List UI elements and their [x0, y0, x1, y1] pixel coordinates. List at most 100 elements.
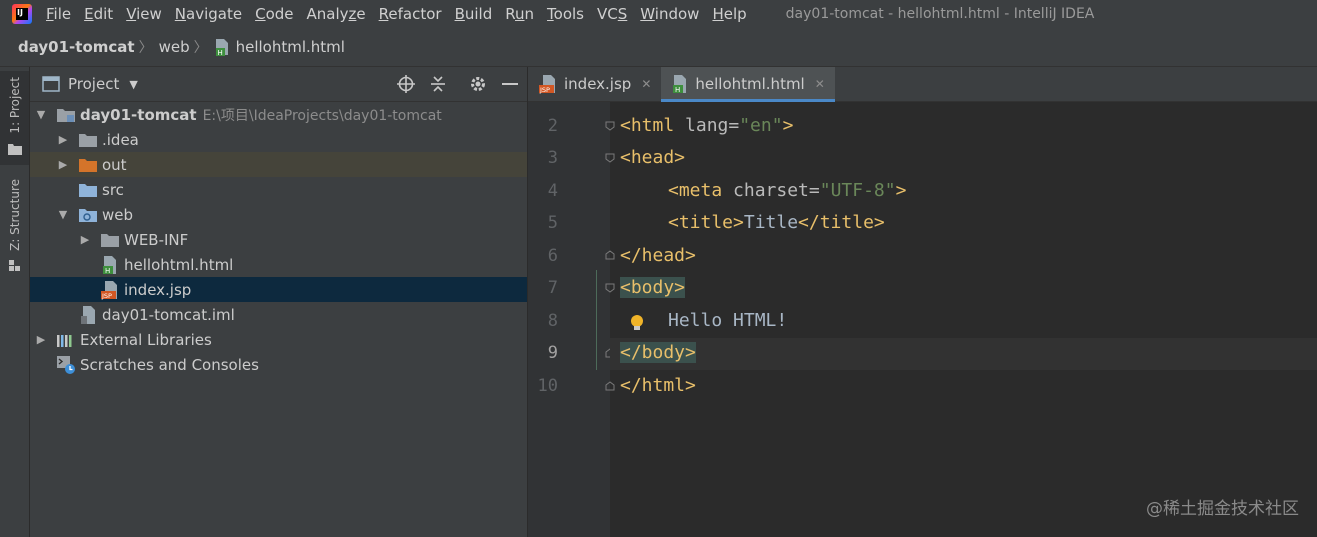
tab-hellohtml[interactable]: H hellohtml.html ✕ [661, 67, 836, 102]
menu-build[interactable]: Build [455, 5, 493, 23]
menu-help[interactable]: Help [712, 5, 746, 23]
line-number: 7 [547, 278, 558, 298]
tree-item-web[interactable]: ▼ web [30, 202, 527, 227]
structure-icon [8, 257, 21, 276]
line-number: 10 [537, 376, 558, 396]
tree-item-index-jsp[interactable]: JSP index.jsp [30, 277, 527, 302]
menu-bar: IJ File Edit View Navigate Code Analyze … [0, 0, 1317, 28]
line-number: 4 [547, 181, 558, 201]
tree-item-web-inf[interactable]: ▶ WEB-INF [30, 227, 527, 252]
scope-line [596, 270, 597, 370]
code-line: <meta charset="UTF-8"> [668, 180, 907, 201]
collapsed-arrow-icon[interactable]: ▶ [34, 333, 48, 346]
folder-icon [7, 140, 22, 159]
tree-label: web [102, 205, 134, 224]
breadcrumb-project[interactable]: day01-tomcat [18, 38, 135, 56]
tab-index-jsp[interactable]: JSP index.jsp ✕ [528, 67, 661, 101]
menu-refactor[interactable]: Refactor [379, 5, 442, 23]
hide-panel-icon[interactable] [501, 75, 519, 93]
breadcrumb: day01-tomcat 〉 web 〉 H hellohtml.html [0, 28, 1317, 67]
scratches-icon [56, 355, 76, 374]
tree-item-scratches[interactable]: Scratches and Consoles [30, 352, 527, 377]
svg-text:H: H [217, 49, 222, 56]
intellij-logo-icon: IJ [12, 4, 32, 24]
project-panel: Project ▼ ▼ day01-tomcat E:\项目\IdeaProje… [30, 67, 527, 537]
caret-row-highlight [610, 338, 1317, 370]
tree-label: Scratches and Consoles [80, 355, 259, 374]
editor-gutter[interactable]: 2 3 4 5 6 7 8 9 10 [528, 102, 615, 537]
project-path: E:\项目\IdeaProjects\day01-tomcat [202, 107, 442, 124]
breadcrumb-file[interactable]: hellohtml.html [236, 38, 345, 56]
menu-window[interactable]: Window [640, 5, 699, 23]
menu-view[interactable]: View [126, 5, 162, 23]
expanded-arrow-icon[interactable]: ▼ [34, 108, 48, 121]
watermark: @稀土掘金技术社区 [1146, 499, 1299, 519]
menu-code[interactable]: Code [255, 5, 293, 23]
line-number: 5 [547, 213, 558, 233]
chevron-down-icon[interactable]: ▼ [129, 78, 137, 91]
jsp-file-icon: JSP [100, 280, 120, 300]
tree-item-out[interactable]: ▶ out [30, 152, 527, 177]
menu-run[interactable]: Run [505, 5, 534, 23]
code-line: <html lang="en"> [620, 115, 794, 136]
tree-item-idea[interactable]: ▶ .idea [30, 127, 527, 152]
structure-tool-label: Z: Structure [7, 179, 22, 251]
libraries-icon [56, 331, 76, 349]
code-line: Hello HTML! [668, 310, 788, 331]
folder-icon [78, 131, 98, 149]
breadcrumb-chevron-icon: 〉 [138, 40, 153, 56]
project-tool-button[interactable]: 1: Project [0, 71, 29, 165]
collapsed-arrow-icon[interactable]: ▶ [78, 233, 92, 246]
tree-item-src[interactable]: src [30, 177, 527, 202]
menu-navigate[interactable]: Navigate [175, 5, 242, 23]
iml-file-icon [78, 305, 98, 324]
svg-text:H: H [105, 267, 110, 275]
collapsed-arrow-icon[interactable]: ▶ [56, 133, 70, 146]
tree-label: out [102, 155, 127, 174]
html-file-icon: H [671, 74, 689, 94]
excluded-folder-icon [78, 156, 98, 174]
html-file-icon: H [100, 255, 120, 275]
project-view-icon [42, 76, 60, 92]
jsp-file-icon: JSP [538, 74, 558, 94]
code-line: <body> [620, 277, 686, 298]
close-icon[interactable]: ✕ [815, 77, 825, 91]
tool-window-stripe: 1: Project Z: Structure [0, 67, 30, 537]
code-line: <head> [620, 147, 686, 168]
line-number: 8 [547, 311, 558, 331]
breadcrumb-folder[interactable]: web [159, 38, 190, 56]
tree-label: day01-tomcat.iml [102, 305, 235, 324]
code-line: </body> [620, 342, 696, 363]
menu-analyze[interactable]: Analyze [307, 5, 366, 23]
tree-item-hellohtml[interactable]: H hellohtml.html [30, 252, 527, 277]
gear-icon[interactable] [469, 75, 487, 93]
tree-item-iml[interactable]: day01-tomcat.iml [30, 302, 527, 327]
collapse-all-icon[interactable] [429, 75, 447, 93]
structure-tool-button[interactable]: Z: Structure [0, 179, 29, 279]
project-panel-title[interactable]: Project [68, 75, 119, 93]
menu-edit[interactable]: Edit [84, 5, 113, 23]
tree-label: WEB-INF [124, 230, 189, 249]
code-line: </html> [620, 375, 696, 396]
svg-text:JSP: JSP [539, 86, 550, 94]
menu-file[interactable]: File [46, 5, 71, 23]
expanded-arrow-icon[interactable]: ▼ [56, 208, 70, 221]
code-line: </head> [620, 245, 696, 266]
collapsed-arrow-icon[interactable]: ▶ [56, 158, 70, 171]
tree-label: day01-tomcat [80, 105, 197, 124]
tab-label: hellohtml.html [695, 75, 805, 93]
editor-tabs: JSP index.jsp ✕ H hellohtml.html ✕ [528, 67, 1317, 102]
project-tool-label: 1: Project [7, 77, 22, 134]
tree-label: hellohtml.html [124, 255, 234, 274]
menu-vcs[interactable]: VCS [597, 5, 627, 23]
tree-item-external-libraries[interactable]: ▶ External Libraries [30, 327, 527, 352]
menu-tools[interactable]: Tools [547, 5, 584, 23]
window-title: day01-tomcat - hellohtml.html - IntelliJ… [785, 6, 1095, 22]
code-line: <title>Title</title> [668, 212, 885, 233]
locate-file-icon[interactable] [397, 75, 415, 93]
line-number: 2 [547, 116, 558, 136]
code-area[interactable]: <html lang="en"> <head> <meta charset="U… [596, 102, 1317, 537]
close-icon[interactable]: ✕ [641, 77, 651, 91]
tree-item-project-root[interactable]: ▼ day01-tomcat E:\项目\IdeaProjects\day01-… [30, 102, 527, 127]
lightbulb-icon[interactable] [628, 313, 646, 333]
